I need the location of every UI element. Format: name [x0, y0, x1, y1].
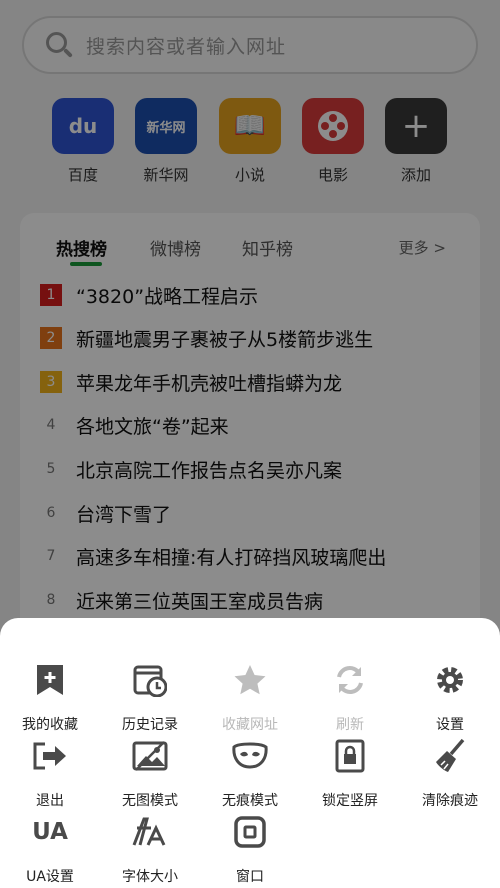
menu-label: 收藏网址 — [222, 717, 278, 733]
menu-label: UA设置 — [26, 869, 74, 885]
star-icon — [230, 660, 270, 700]
menu-history[interactable]: 历史记录 — [100, 660, 200, 738]
broom-icon — [430, 736, 470, 776]
menu-lock-portrait[interactable]: 锁定竖屏 — [300, 736, 400, 814]
menu-label: 退出 — [36, 793, 64, 809]
menu-label: 无图模式 — [122, 793, 178, 809]
menu-label: 我的收藏 — [22, 717, 78, 733]
menu-refresh[interactable]: 刷新 — [300, 660, 400, 738]
menu-label: 无痕模式 — [222, 793, 278, 809]
bookmark-icon — [30, 660, 70, 700]
menu-my-favorites[interactable]: 我的收藏 — [0, 660, 100, 738]
history-icon — [130, 660, 170, 700]
menu-label: 刷新 — [336, 717, 364, 733]
menu-add-bookmark[interactable]: 收藏网址 — [200, 660, 300, 738]
menu-no-image-mode[interactable]: 无图模式 — [100, 736, 200, 814]
menu-label: 历史记录 — [122, 717, 178, 733]
menu-incognito-mode[interactable]: 无痕模式 — [200, 736, 300, 814]
menu-font-size[interactable]: 字体大小 — [100, 812, 200, 888]
menu-label: 字体大小 — [122, 869, 178, 885]
menu-label: 窗口 — [236, 869, 264, 885]
refresh-icon — [330, 660, 370, 700]
menu-sheet: 我的收藏 历史记录 收藏网址 刷新 设置 退出 无图模式 无痕模式 锁定竖屏 清… — [0, 618, 500, 888]
incognito-mask-icon — [230, 736, 270, 776]
lock-portrait-icon — [330, 736, 370, 776]
menu-settings[interactable]: 设置 — [400, 660, 500, 738]
window-icon — [230, 812, 270, 852]
menu-label: 设置 — [436, 717, 464, 733]
no-image-icon — [130, 736, 170, 776]
menu-clear-traces[interactable]: 清除痕迹 — [400, 736, 500, 814]
menu-exit[interactable]: 退出 — [0, 736, 100, 814]
menu-label: 清除痕迹 — [422, 793, 478, 809]
menu-label: 锁定竖屏 — [322, 793, 378, 809]
menu-ua-settings[interactable]: UA UA设置 — [0, 812, 100, 888]
menu-window[interactable]: 窗口 — [200, 812, 300, 888]
font-size-icon — [130, 812, 170, 852]
ua-icon: UA — [32, 819, 68, 845]
exit-icon — [30, 736, 70, 776]
gear-icon — [430, 660, 470, 700]
